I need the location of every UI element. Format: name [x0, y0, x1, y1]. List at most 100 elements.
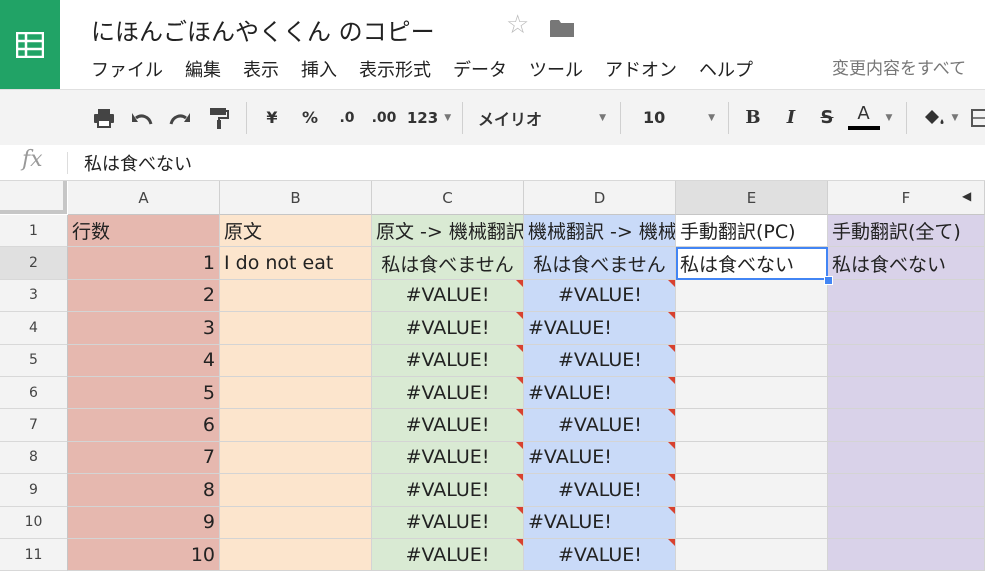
error-marker-icon[interactable]	[516, 441, 523, 449]
cell-e4[interactable]	[676, 312, 828, 345]
cell-e9[interactable]	[676, 474, 828, 507]
cell-f7[interactable]	[828, 409, 985, 442]
cell-d10[interactable]: #VALUE!	[524, 506, 676, 539]
cell-c11[interactable]: #VALUE!	[372, 539, 524, 571]
row-header[interactable]: 5	[0, 344, 68, 377]
menu-data[interactable]: データ	[453, 56, 507, 82]
cell-e8[interactable]	[676, 441, 828, 475]
document-title[interactable]: にほんごほんやくくん のコピー	[91, 12, 435, 47]
row-header[interactable]: 6	[0, 377, 68, 410]
error-marker-icon[interactable]	[668, 312, 675, 320]
error-marker-icon[interactable]	[668, 344, 675, 352]
cell-f6[interactable]	[828, 377, 985, 410]
error-marker-icon[interactable]	[668, 539, 675, 546]
folder-icon[interactable]	[550, 19, 574, 37]
column-header-e[interactable]: E	[676, 181, 828, 215]
row-header[interactable]: 4	[0, 312, 68, 345]
cell-d1[interactable]: 機械翻訳 -> 機械	[524, 215, 676, 248]
select-all-corner[interactable]	[0, 181, 67, 214]
cell-f1[interactable]: 手動翻訳(全て)	[828, 215, 985, 248]
error-marker-icon[interactable]	[516, 344, 523, 352]
cell-c6[interactable]: #VALUE!	[372, 377, 524, 410]
cell-f3[interactable]	[828, 279, 985, 313]
cell-e3[interactable]	[676, 279, 828, 313]
menu-addons[interactable]: アドオン	[605, 56, 677, 82]
menu-edit[interactable]: 編集	[185, 56, 221, 82]
cell-f5[interactable]	[828, 344, 985, 377]
cell-d3[interactable]: #VALUE!	[524, 279, 676, 313]
column-header-a[interactable]: A	[68, 181, 220, 215]
cell-b6[interactable]	[220, 377, 372, 410]
cell-a1[interactable]: 行数	[68, 215, 220, 248]
cell-b5[interactable]	[220, 344, 372, 377]
cell-a6[interactable]: 5	[68, 377, 220, 410]
text-color-button[interactable]: A ▼	[847, 90, 892, 145]
cell-b2[interactable]: I do not eat	[220, 247, 372, 280]
error-marker-icon[interactable]	[516, 377, 523, 384]
cell-a10[interactable]: 9	[68, 506, 220, 539]
error-marker-icon[interactable]	[516, 312, 523, 320]
column-header-b[interactable]: B	[220, 181, 372, 215]
cell-f9[interactable]	[828, 474, 985, 507]
column-header-d[interactable]: D	[524, 181, 676, 215]
scroll-right-icon[interactable]: ◀	[962, 189, 971, 203]
row-header[interactable]: 9	[0, 474, 68, 507]
cell-a5[interactable]: 4	[68, 344, 220, 377]
row-header[interactable]: 7	[0, 409, 68, 442]
cell-e10[interactable]	[676, 506, 828, 539]
cell-d4[interactable]: #VALUE!	[524, 312, 676, 345]
cell-c2[interactable]: 私は食べません	[372, 247, 524, 280]
error-marker-icon[interactable]	[668, 279, 675, 287]
cell-c5[interactable]: #VALUE!	[372, 344, 524, 377]
error-marker-icon[interactable]	[668, 474, 675, 482]
error-marker-icon[interactable]	[668, 409, 675, 417]
error-marker-icon[interactable]	[516, 506, 523, 514]
menu-format[interactable]: 表示形式	[359, 56, 431, 82]
cell-e7[interactable]	[676, 409, 828, 442]
formula-input[interactable]: 私は食べない	[84, 150, 192, 176]
error-marker-icon[interactable]	[668, 377, 675, 384]
cell-e1[interactable]: 手動翻訳(PC)	[676, 215, 828, 248]
cell-a7[interactable]: 6	[68, 409, 220, 442]
cell-c8[interactable]: #VALUE!	[372, 441, 524, 475]
cell-e2[interactable]: 私は食べない	[676, 247, 828, 280]
currency-format-button[interactable]: ¥	[260, 90, 284, 145]
fill-handle[interactable]	[824, 275, 833, 285]
cell-b9[interactable]	[220, 474, 372, 507]
cell-d9[interactable]: #VALUE!	[524, 474, 676, 507]
strikethrough-button[interactable]: S	[816, 90, 838, 145]
error-marker-icon[interactable]	[516, 409, 523, 417]
menu-insert[interactable]: 挿入	[301, 56, 337, 82]
row-header[interactable]: 2	[0, 247, 68, 280]
cell-b4[interactable]	[220, 312, 372, 345]
cell-d8[interactable]: #VALUE!	[524, 441, 676, 475]
increase-decimal-button[interactable]: .00	[368, 90, 400, 145]
cell-b1[interactable]: 原文	[220, 215, 372, 248]
cell-e6[interactable]	[676, 377, 828, 410]
cell-e11[interactable]	[676, 539, 828, 571]
row-header[interactable]: 11	[0, 539, 68, 571]
cell-f11[interactable]	[828, 539, 985, 571]
error-marker-icon[interactable]	[668, 441, 675, 449]
cell-f8[interactable]	[828, 441, 985, 475]
cell-c1[interactable]: 原文 -> 機械翻訳	[372, 215, 524, 248]
menu-tools[interactable]: ツール	[529, 56, 583, 82]
cell-c9[interactable]: #VALUE!	[372, 474, 524, 507]
cell-f2[interactable]: 私は食べない	[828, 247, 985, 280]
menu-file[interactable]: ファイル	[91, 56, 163, 82]
error-marker-icon[interactable]	[516, 474, 523, 482]
cell-a4[interactable]: 3	[68, 312, 220, 345]
error-marker-icon[interactable]	[668, 506, 675, 514]
cell-c10[interactable]: #VALUE!	[372, 506, 524, 539]
cell-d6[interactable]: #VALUE!	[524, 377, 676, 410]
row-header[interactable]: 3	[0, 279, 68, 313]
sheets-logo[interactable]	[0, 0, 60, 89]
column-header-c[interactable]: C	[372, 181, 524, 215]
all-changes-link[interactable]: 変更内容をすべて	[832, 54, 966, 79]
fill-color-button[interactable]: ▼	[918, 90, 962, 145]
cell-d2[interactable]: 私は食べません	[524, 247, 676, 280]
paint-format-button[interactable]	[205, 90, 233, 145]
cell-d11[interactable]: #VALUE!	[524, 539, 676, 571]
undo-button[interactable]	[128, 90, 156, 145]
print-button[interactable]	[90, 90, 118, 145]
